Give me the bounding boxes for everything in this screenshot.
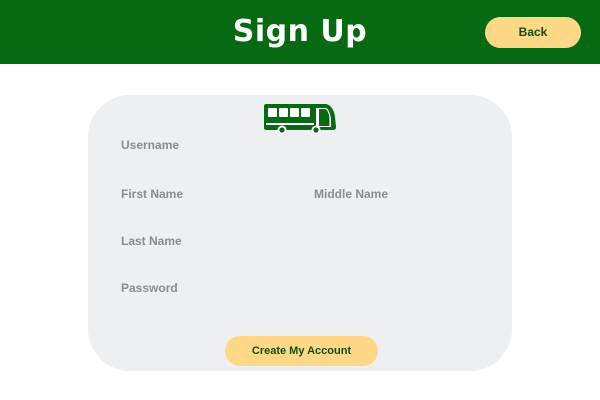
first-name-input[interactable] [121, 202, 296, 222]
password-input[interactable] [121, 296, 491, 316]
password-label: Password [121, 281, 178, 295]
header-bar: Sign Up Back [0, 0, 600, 64]
first-name-label: First Name [121, 187, 184, 201]
middle-name-label: Middle Name [314, 187, 389, 201]
username-label: Username [121, 138, 180, 152]
username-input[interactable] [121, 153, 491, 173]
create-account-button[interactable]: Create My Account [225, 336, 378, 366]
back-button[interactable]: Back [485, 17, 581, 48]
middle-name-input[interactable] [314, 202, 489, 222]
sign-up-page: Sign Up Back Username First Name Middle … [0, 0, 600, 400]
bus-icon [264, 104, 336, 135]
sign-up-form-card [88, 95, 512, 371]
last-name-label: Last Name [121, 234, 182, 248]
last-name-input[interactable] [121, 249, 491, 269]
